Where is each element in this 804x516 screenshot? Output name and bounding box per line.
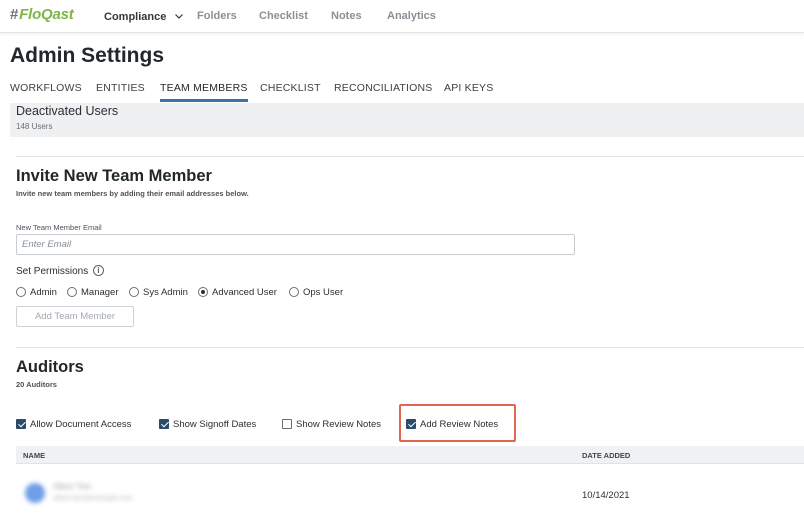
- radio-label: Sys Admin: [143, 287, 188, 298]
- auditors-count: 20 Auditors: [16, 380, 57, 389]
- auditor-name: Albert Tien: [53, 482, 92, 491]
- deactivated-users-count: 148 Users: [16, 122, 53, 131]
- top-nav: #FloQast Compliance Folders Checklist No…: [0, 0, 804, 33]
- column-header-date-added[interactable]: DATE ADDED: [582, 451, 630, 460]
- radio-label: Advanced User: [212, 287, 277, 298]
- email-field-label: New Team Member Email: [16, 223, 102, 232]
- auditors-table-header: NAME DATE ADDED: [16, 446, 804, 464]
- avatar: [25, 483, 45, 503]
- checkbox-label: Show Signoff Dates: [173, 419, 257, 430]
- auditor-email: albert.tien@example.com: [53, 495, 133, 502]
- deactivated-users-section[interactable]: Deactivated Users 148 Users: [10, 103, 804, 137]
- settings-tabs: WORKFLOWS ENTITIES TEAM MEMBERS CHECKLIS…: [0, 82, 804, 104]
- tab-team-members[interactable]: TEAM MEMBERS: [160, 82, 248, 104]
- radio-circle[interactable]: [289, 287, 299, 297]
- checkbox-box[interactable]: [406, 419, 416, 429]
- table-row[interactable]: Albert Tien albert.tien@example.com 10/1…: [16, 465, 804, 516]
- date-added-cell: 10/14/2021: [582, 490, 630, 501]
- radio-label: Manager: [81, 287, 119, 298]
- radio-label: Admin: [30, 287, 57, 298]
- invite-section-title: Invite New Team Member: [16, 167, 212, 185]
- checkbox-label: Add Review Notes: [420, 419, 499, 430]
- radio-circle[interactable]: [67, 287, 77, 297]
- checkbox-label: Allow Document Access: [30, 419, 132, 430]
- logo-hash: #: [10, 6, 19, 23]
- nav-item-analytics[interactable]: Analytics: [387, 10, 436, 22]
- nav-item-notes[interactable]: Notes: [331, 10, 362, 22]
- section-divider: [16, 347, 804, 348]
- nav-item-checklist[interactable]: Checklist: [259, 10, 308, 22]
- tab-workflows[interactable]: WORKFLOWS: [10, 82, 82, 104]
- radio-circle[interactable]: [16, 287, 26, 297]
- checkbox-box[interactable]: [282, 419, 292, 429]
- radio-label: Ops User: [303, 287, 344, 298]
- column-header-name[interactable]: NAME: [23, 451, 45, 460]
- page-title: Admin Settings: [10, 44, 165, 67]
- radio-circle[interactable]: [129, 287, 139, 297]
- chevron-down-icon: [175, 10, 184, 22]
- add-team-member-button[interactable]: Add Team Member: [16, 306, 134, 327]
- checkbox-box[interactable]: [159, 419, 169, 429]
- invite-section-subtitle: Invite new team members by adding their …: [16, 189, 249, 198]
- radio-circle-selected[interactable]: [198, 287, 208, 297]
- tab-reconciliations[interactable]: RECONCILIATIONS: [334, 82, 432, 104]
- floqast-logo[interactable]: #FloQast: [10, 6, 74, 23]
- checkbox-box[interactable]: [16, 419, 26, 429]
- permissions-label: Set Permissions: [16, 266, 89, 277]
- nav-item-compliance[interactable]: Compliance: [104, 10, 184, 23]
- tab-checklist[interactable]: CHECKLIST: [260, 82, 321, 104]
- nav-item-folders[interactable]: Folders: [197, 10, 237, 22]
- tab-api-keys[interactable]: API KEYS: [444, 82, 493, 104]
- checkbox-label: Show Review Notes: [296, 419, 382, 430]
- info-icon[interactable]: i: [93, 265, 104, 276]
- nav-item-label: Compliance: [104, 11, 167, 23]
- logo-text: FloQast: [19, 6, 74, 23]
- team-members-panel: Deactivated Users 148 Users Invite New T…: [10, 103, 804, 516]
- tab-entities[interactable]: ENTITIES: [96, 82, 145, 104]
- email-field[interactable]: [16, 234, 575, 255]
- deactivated-users-title: Deactivated Users: [16, 104, 119, 118]
- section-divider: [16, 156, 804, 157]
- auditors-section-title: Auditors: [16, 358, 84, 376]
